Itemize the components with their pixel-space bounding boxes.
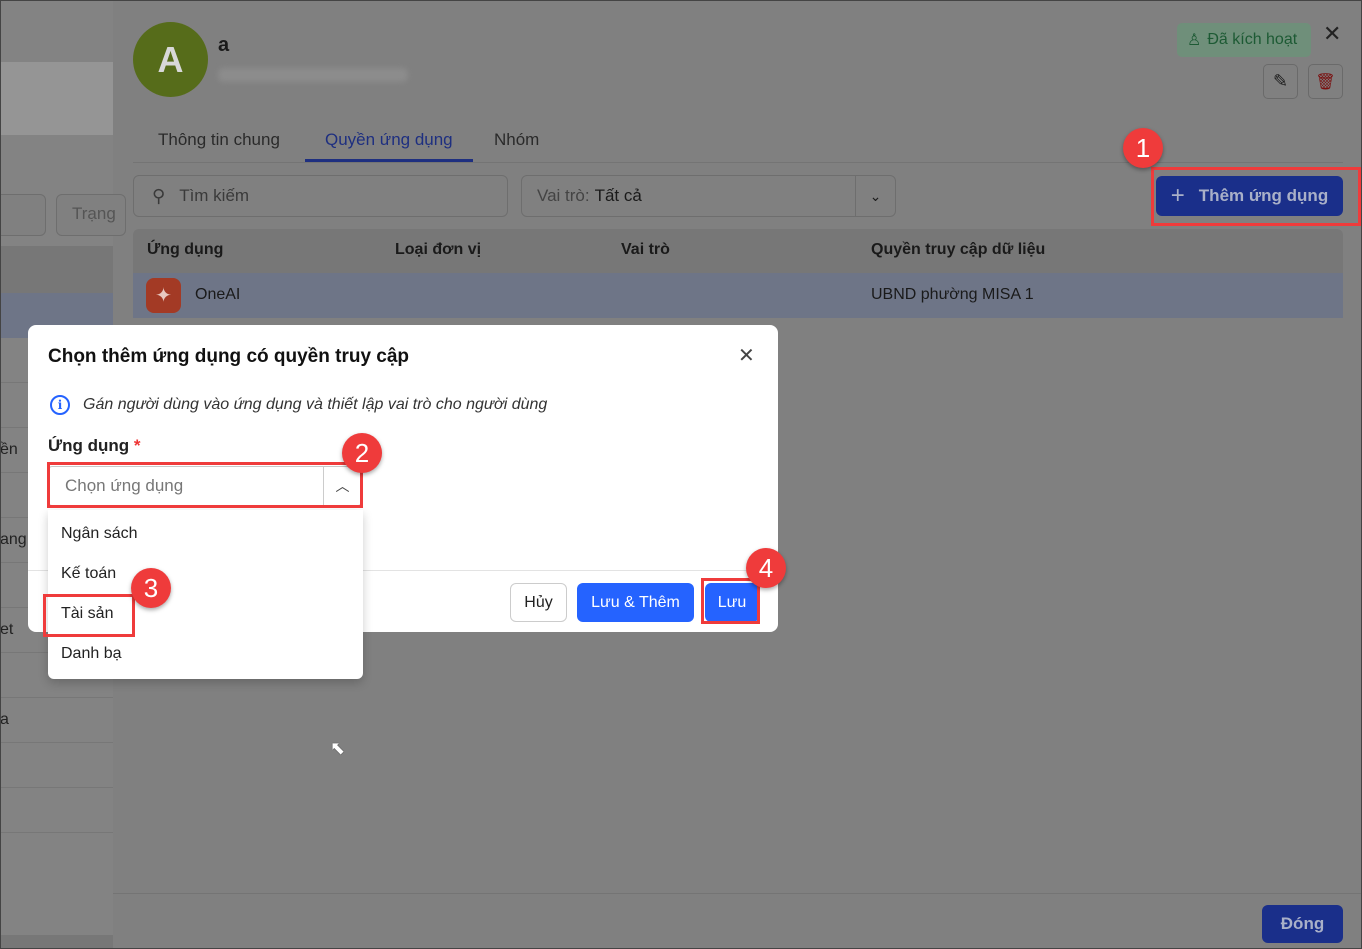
- background-header-block: [0, 62, 113, 135]
- oneai-app-icon: ✦: [146, 278, 181, 313]
- background-row: [0, 788, 113, 833]
- cancel-button[interactable]: Hủy: [510, 583, 567, 622]
- search-input[interactable]: ⚲ Tìm kiếm: [133, 175, 508, 217]
- tab-groups[interactable]: Nhóm: [494, 130, 539, 150]
- field-label-app: Ứng dụng *: [48, 436, 141, 456]
- search-icon: ⚲: [152, 185, 166, 206]
- background-table-header: [0, 246, 113, 293]
- edit-button[interactable]: ✎: [1263, 64, 1298, 99]
- highlight-add-app: [1151, 167, 1361, 226]
- background-footer: [0, 935, 113, 949]
- column-header-data-access: Quyền truy cập dữ liệu: [871, 241, 1046, 258]
- tab-general-info[interactable]: Thông tin chung: [158, 130, 280, 150]
- status-badge: ♙ Đã kích hoạt: [1177, 23, 1311, 57]
- column-header-role: Vai trò: [621, 241, 670, 258]
- required-mark: *: [133, 436, 141, 455]
- background-filter-input: [0, 194, 46, 236]
- avatar: A: [133, 22, 208, 97]
- status-text: Đã kích hoạt: [1207, 31, 1298, 48]
- callout-4: 4: [746, 548, 786, 588]
- option-danh-ba[interactable]: Danh bạ: [61, 645, 122, 663]
- highlight-tai-san: [43, 594, 135, 637]
- footer-divider: [113, 893, 1362, 894]
- highlight-save: [701, 578, 760, 624]
- pencil-icon: ✎: [1272, 71, 1289, 91]
- dialog-close-icon[interactable]: ✕: [738, 343, 755, 368]
- role-filter-label: Vai trò:: [537, 186, 590, 205]
- dialog-title: Chọn thêm ứng dụng có quyền truy cập: [48, 346, 410, 367]
- background-row: a: [0, 698, 113, 743]
- callout-2: 2: [342, 433, 382, 473]
- background-status-filter: Trạng: [56, 194, 126, 236]
- tabs-divider: [133, 162, 1343, 163]
- background-row: [0, 743, 113, 788]
- search-placeholder: Tìm kiếm: [179, 186, 250, 205]
- mouse-cursor-icon: ⬉: [330, 738, 346, 758]
- field-label-text: Ứng dụng: [48, 436, 130, 455]
- tab-app-permissions[interactable]: Quyền ứng dụng: [325, 130, 453, 150]
- cell-data-access: UBND phường MISA 1: [871, 286, 1034, 303]
- close-button[interactable]: Đóng: [1262, 905, 1343, 943]
- column-header-unit-type: Loại đơn vị: [395, 241, 482, 258]
- delete-button[interactable]: 🗑: [1308, 64, 1343, 99]
- save-and-add-button[interactable]: Lưu & Thêm: [577, 583, 694, 622]
- info-icon: i: [50, 395, 70, 415]
- callout-3: 3: [131, 568, 171, 608]
- table-header: [133, 229, 1343, 273]
- close-panel-icon[interactable]: ✕: [1323, 21, 1341, 47]
- callout-1: 1: [1123, 128, 1163, 168]
- table-row[interactable]: ✦ OneAI UBND phường MISA 1: [133, 273, 1343, 318]
- user-name: a: [218, 34, 230, 56]
- role-filter-select[interactable]: Vai trò: Tất cả ⌄: [521, 175, 896, 217]
- user-email-blurred: [218, 68, 408, 82]
- highlight-app-select: [47, 462, 363, 508]
- user-check-icon: ♙: [1187, 32, 1202, 49]
- role-filter-value: Tất cả: [594, 186, 642, 205]
- chevron-down-icon[interactable]: ⌄: [855, 176, 895, 216]
- dialog-info-text: Gán người dùng vào ứng dụng và thiết lập…: [83, 396, 548, 413]
- cell-app: OneAI: [195, 286, 241, 303]
- column-header-app: Ứng dụng: [147, 241, 224, 258]
- option-ngan-sach[interactable]: Ngân sách: [61, 525, 138, 543]
- trash-icon: 🗑: [1315, 73, 1336, 91]
- option-ke-toan[interactable]: Kế toán: [61, 565, 116, 583]
